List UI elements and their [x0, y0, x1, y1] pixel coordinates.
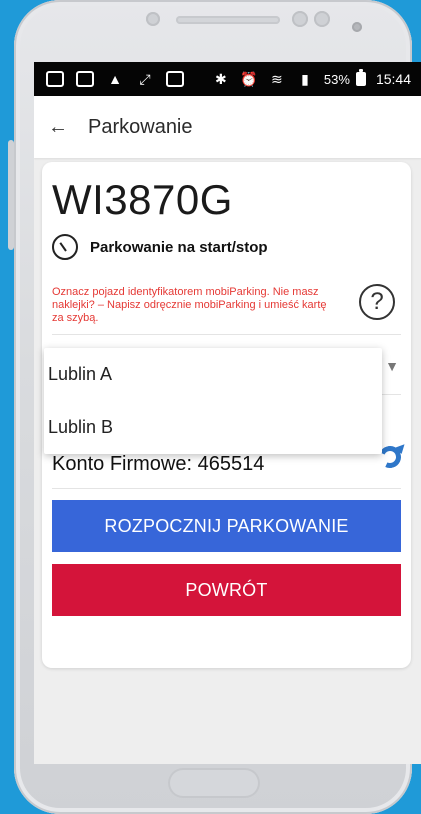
timer-icon — [52, 234, 78, 260]
wifi-icon: ≋ — [271, 71, 283, 87]
bluetooth-icon: ✱ — [215, 71, 227, 87]
bottom-bezel — [14, 764, 412, 814]
battery-indicator: 53% — [323, 69, 366, 87]
chevron-down-icon: ▼ — [385, 358, 399, 374]
help-icon[interactable]: ? — [359, 284, 395, 320]
zone-option-lublin-b[interactable]: Lublin B — [44, 401, 382, 454]
signal-icon: ▮ — [301, 71, 309, 87]
divider-top — [52, 334, 401, 335]
start-parking-button[interactable]: ROZPOCZNIJ PARKOWANIE — [52, 500, 401, 552]
top-bezel — [14, 0, 412, 62]
parking-mode-label: Parkowanie na start/stop — [90, 238, 268, 256]
sensor-left — [292, 11, 308, 27]
warning-message: Oznacz pojazd identyfikatorem mobiParkin… — [52, 286, 327, 324]
back-arrow-icon[interactable]: ← — [46, 115, 70, 139]
status-right-icons: ✱ ⏰ ≋ ▮ 53% 15:44 — [212, 69, 411, 88]
speaker-grill — [176, 16, 280, 24]
side-button — [8, 140, 14, 250]
alarm-icon: ⏰ — [240, 71, 258, 87]
sensor-small — [352, 22, 362, 32]
account-text: Konto Firmowe: 465514 — [52, 453, 265, 475]
page-title: Parkowanie — [88, 115, 193, 138]
back-button[interactable]: POWRÓT — [52, 564, 401, 616]
zone-dropdown: Lublin A Lublin B — [44, 348, 382, 454]
divider-bottom — [52, 488, 401, 489]
gallery-icon — [46, 71, 64, 87]
battery-icon — [355, 69, 366, 86]
zone-option-lublin-a[interactable]: Lublin A — [44, 348, 382, 401]
battery-percent: 53% — [323, 71, 350, 87]
front-camera — [146, 12, 160, 26]
image-icon — [76, 71, 94, 87]
home-button[interactable] — [168, 768, 260, 798]
screen: ▲ ⤢ ✱ ⏰ ≋ ▮ 53% 15:44 ← Parkowanie WI387… — [34, 62, 421, 764]
missed-call-icon: ⤢ — [139, 71, 151, 87]
parking-mode-row: Parkowanie na start/stop — [52, 234, 268, 260]
license-plate: WI3870G — [52, 176, 233, 223]
status-left-icons: ▲ ⤢ — [46, 70, 184, 88]
warning-icon: ▲ — [108, 71, 122, 87]
clock: 15:44 — [375, 71, 411, 87]
status-bar: ▲ ⤢ ✱ ⏰ ≋ ▮ 53% 15:44 — [34, 62, 421, 96]
app-bar: ← Parkowanie — [34, 96, 421, 158]
sensor-right — [314, 11, 330, 27]
message-icon — [166, 71, 184, 87]
